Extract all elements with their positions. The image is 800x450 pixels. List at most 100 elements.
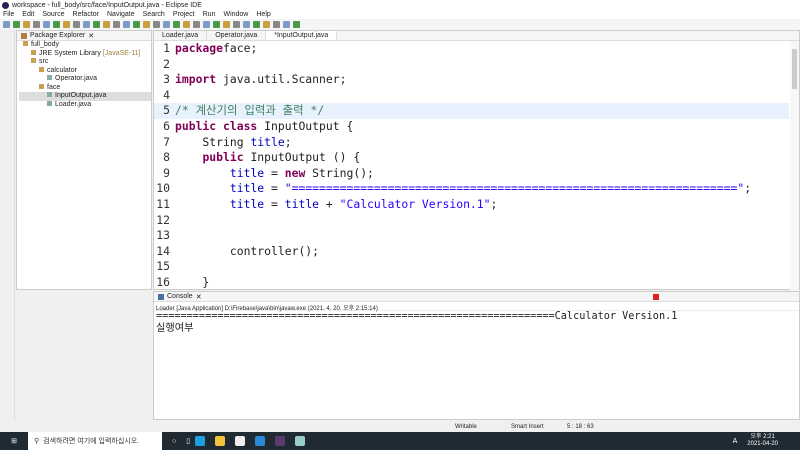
toolbar-button[interactable] xyxy=(53,21,60,28)
clock-time: 오후 2:21 xyxy=(750,434,775,440)
code-token: new xyxy=(284,165,306,180)
toolbar-button[interactable] xyxy=(63,21,70,28)
tree-item[interactable]: src xyxy=(19,58,151,67)
code-line: 12 xyxy=(154,213,789,229)
line-number: 10 xyxy=(156,181,170,196)
line-number: 4 xyxy=(163,87,170,102)
editor-tab[interactable]: Operator.java xyxy=(207,31,267,40)
toolbar-button[interactable] xyxy=(93,21,100,28)
editor-tab[interactable]: *InputOutput.java xyxy=(266,31,338,40)
menu-search[interactable]: Search xyxy=(143,11,165,18)
menu-source[interactable]: Source xyxy=(42,11,64,18)
tree-item[interactable]: Operator.java xyxy=(19,75,151,84)
code-line: 4 xyxy=(154,88,789,104)
menu-project[interactable]: Project xyxy=(173,11,195,18)
code-token: String(); xyxy=(305,165,374,180)
toolbar-button[interactable] xyxy=(3,21,10,28)
toolbar-button[interactable] xyxy=(143,21,150,28)
mail-icon[interactable] xyxy=(255,436,266,446)
toolbar-button[interactable] xyxy=(293,21,300,28)
menu-window[interactable]: Window xyxy=(223,11,248,18)
tree-node-icon xyxy=(23,41,28,46)
console-tab[interactable]: Console ✕ xyxy=(154,292,799,302)
store-icon[interactable] xyxy=(235,436,246,446)
tree-item[interactable]: full_body xyxy=(19,41,151,50)
tree-item[interactable]: JRE System Library [JavaSE-11] xyxy=(19,49,151,59)
console-view: Console ✕ Loader [Java Application] D:\Fi… xyxy=(153,291,800,420)
toolbar-button[interactable] xyxy=(23,21,30,28)
code-area[interactable]: 1 package face; 2 3 import java.util.Scanner;… xyxy=(154,41,789,289)
menu-edit[interactable]: Edit xyxy=(22,11,34,18)
toolbar-button[interactable] xyxy=(103,21,110,28)
code-token: = xyxy=(264,165,285,180)
menu-navigate[interactable]: Navigate xyxy=(107,11,135,18)
toolbar-button[interactable] xyxy=(133,21,140,28)
taskbar-search[interactable]: ⚲ 검색하려면 여기에 입력하십시오. xyxy=(28,432,162,450)
menu-run[interactable]: Run xyxy=(203,11,216,18)
tree-item[interactable]: calculator xyxy=(19,66,151,76)
terminate-icon[interactable] xyxy=(653,293,659,300)
toolbar-button[interactable] xyxy=(193,21,200,28)
windows-start-icon[interactable]: ⊞ xyxy=(0,437,28,445)
package-explorer-tab[interactable]: Package Explorer ✕ xyxy=(17,31,151,41)
code-token: "=======================================… xyxy=(284,181,745,196)
code-line: 1 package face; xyxy=(154,41,789,57)
console-output[interactable]: ========================================… xyxy=(154,311,799,335)
cortana-icon[interactable]: ○ xyxy=(172,438,176,445)
line-number: 2 xyxy=(163,56,170,71)
toolbar-button[interactable] xyxy=(253,21,260,28)
toolbar-button[interactable] xyxy=(33,21,40,28)
tree-item[interactable]: face xyxy=(19,83,151,93)
code-token: InputOutput () { xyxy=(243,150,361,165)
toolbar-button[interactable] xyxy=(283,21,290,28)
toolbar-button[interactable] xyxy=(153,21,160,28)
code-line: 6 public class InputOutput { xyxy=(154,119,789,135)
toolbar-button[interactable] xyxy=(233,21,240,28)
toolbar-button[interactable] xyxy=(243,21,250,28)
code-token: face; xyxy=(223,41,258,55)
task-view-icon[interactable]: ▯ xyxy=(186,437,190,445)
code-line: 10 title = "============================… xyxy=(154,181,789,197)
code-line: 11 title = title + "Calculator Version.1… xyxy=(154,197,789,213)
toolbar-button[interactable] xyxy=(163,21,170,28)
menu-help[interactable]: Help xyxy=(256,11,270,18)
line-number: 16 xyxy=(156,274,170,289)
toolbar-button[interactable] xyxy=(223,21,230,28)
toolbar-button[interactable] xyxy=(123,21,130,28)
menu-refactor[interactable]: Refactor xyxy=(73,11,99,18)
title-bar: workspace - full_body/src/face/InputOutp… xyxy=(0,0,800,10)
edge-icon[interactable] xyxy=(195,436,206,446)
menu-file[interactable]: File xyxy=(3,11,14,18)
toolbar-button[interactable] xyxy=(203,21,210,28)
toolbar-button[interactable] xyxy=(263,21,270,28)
eclipse-taskbar-icon[interactable] xyxy=(275,436,286,446)
line-number: 3 xyxy=(163,72,170,87)
code-line: 7 String title; xyxy=(154,135,789,151)
tree-item[interactable]: Loader.java xyxy=(19,100,151,110)
toolbar-button[interactable] xyxy=(43,21,50,28)
notepad-icon[interactable] xyxy=(295,436,306,446)
console-line: ========================================… xyxy=(156,311,678,322)
toolbar-button[interactable] xyxy=(113,21,120,28)
toolbar-button[interactable] xyxy=(13,21,20,28)
file-explorer-icon[interactable] xyxy=(215,436,226,446)
toolbar-button[interactable] xyxy=(213,21,220,28)
code-token: ; xyxy=(490,196,498,211)
ime-indicator[interactable]: A xyxy=(733,438,738,445)
clock[interactable]: 오후 2:21 2021-04-20 xyxy=(747,434,778,448)
line-number: 12 xyxy=(156,212,170,227)
left-trim xyxy=(0,30,15,420)
close-icon[interactable]: ✕ xyxy=(88,32,94,40)
code-token: title xyxy=(250,134,285,149)
line-number: 5 xyxy=(163,103,170,118)
toolbar-button[interactable] xyxy=(183,21,190,28)
toolbar-button[interactable] xyxy=(173,21,180,28)
vertical-scrollbar[interactable] xyxy=(790,41,799,291)
editor-tab[interactable]: Loader.java xyxy=(154,31,208,40)
toolbar-button[interactable] xyxy=(73,21,80,28)
toolbar-button[interactable] xyxy=(273,21,280,28)
close-icon[interactable]: ✕ xyxy=(196,293,202,301)
toolbar-button[interactable] xyxy=(83,21,90,28)
tree-item-extra: [JavaSE-11] xyxy=(102,49,141,57)
tree-item[interactable]: InputOutput.java xyxy=(19,92,151,101)
